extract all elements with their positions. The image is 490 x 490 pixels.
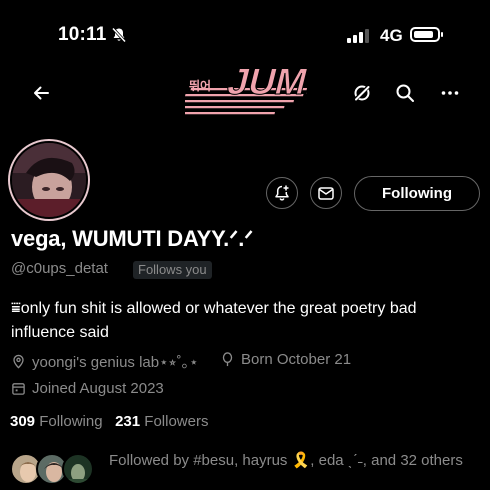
following-label: Following: [39, 413, 103, 430]
location-text: yoongi's genius lab⋆⭒˚｡⋆: [32, 354, 199, 371]
cellular-signal-icon: [347, 29, 369, 43]
birthday-row: Born October 21: [220, 351, 351, 368]
more-dots-icon: [441, 91, 459, 95]
back-button[interactable]: [27, 79, 55, 107]
location-pin-icon: [13, 354, 24, 369]
more-options-button[interactable]: [436, 79, 464, 107]
following-link[interactable]: 309 Following: [10, 413, 103, 430]
followers-link[interactable]: 231 Followers: [115, 413, 208, 430]
following-button[interactable]: Following: [354, 176, 480, 211]
calendar-icon: [12, 383, 25, 395]
banner-logo: JUMP 뛰어: [185, 60, 307, 115]
banner-subtitle: 뛰어: [189, 78, 211, 93]
battery-level: [414, 31, 433, 38]
envelope-icon: [318, 187, 334, 200]
banner-title: JUMP: [224, 61, 307, 102]
avatar[interactable]: [10, 141, 88, 219]
birthday-text: Born October 21: [241, 351, 352, 368]
profile-bio: ⩸only fun shit is allowed or whatever th…: [11, 300, 417, 341]
battery-icon: [410, 27, 443, 42]
user-handle: @c0ups_detat: [11, 260, 108, 277]
followers-count: 231: [115, 413, 141, 430]
grok-icon: [353, 84, 371, 102]
following-count: 309: [10, 413, 36, 430]
location-row: yoongi's genius lab⋆⭒˚｡⋆: [11, 351, 199, 372]
follows-you-badge: Follows you: [133, 261, 212, 279]
balloon-icon: [222, 352, 233, 367]
network-type: 4G: [380, 26, 403, 45]
notifications-button[interactable]: [266, 177, 298, 209]
display-name: vega, WUMUTI DAYY.ᐟ.ᐟ: [11, 226, 254, 251]
joined-row: Joined August 2023: [11, 380, 164, 397]
followed-by-text[interactable]: Followed by #besu, hayrus 🎗️, eda ˎˊ˗, a…: [109, 450, 484, 471]
silent-mode-icon: [111, 27, 127, 43]
search-icon: [396, 84, 414, 102]
followers-label: Followers: [144, 413, 209, 430]
search-button[interactable]: [391, 79, 419, 107]
grok-button[interactable]: [348, 79, 376, 107]
bell-plus-icon: [275, 185, 289, 201]
mutual-avatar-3[interactable]: [62, 453, 94, 485]
follow-stats: 309 Following 231 Followers: [10, 413, 208, 430]
status-time: 10:11: [58, 24, 107, 45]
message-button[interactable]: [310, 177, 342, 209]
back-arrow-icon: [34, 86, 49, 100]
joined-text: Joined August 2023: [32, 380, 164, 397]
avatar-photo: [12, 143, 86, 217]
